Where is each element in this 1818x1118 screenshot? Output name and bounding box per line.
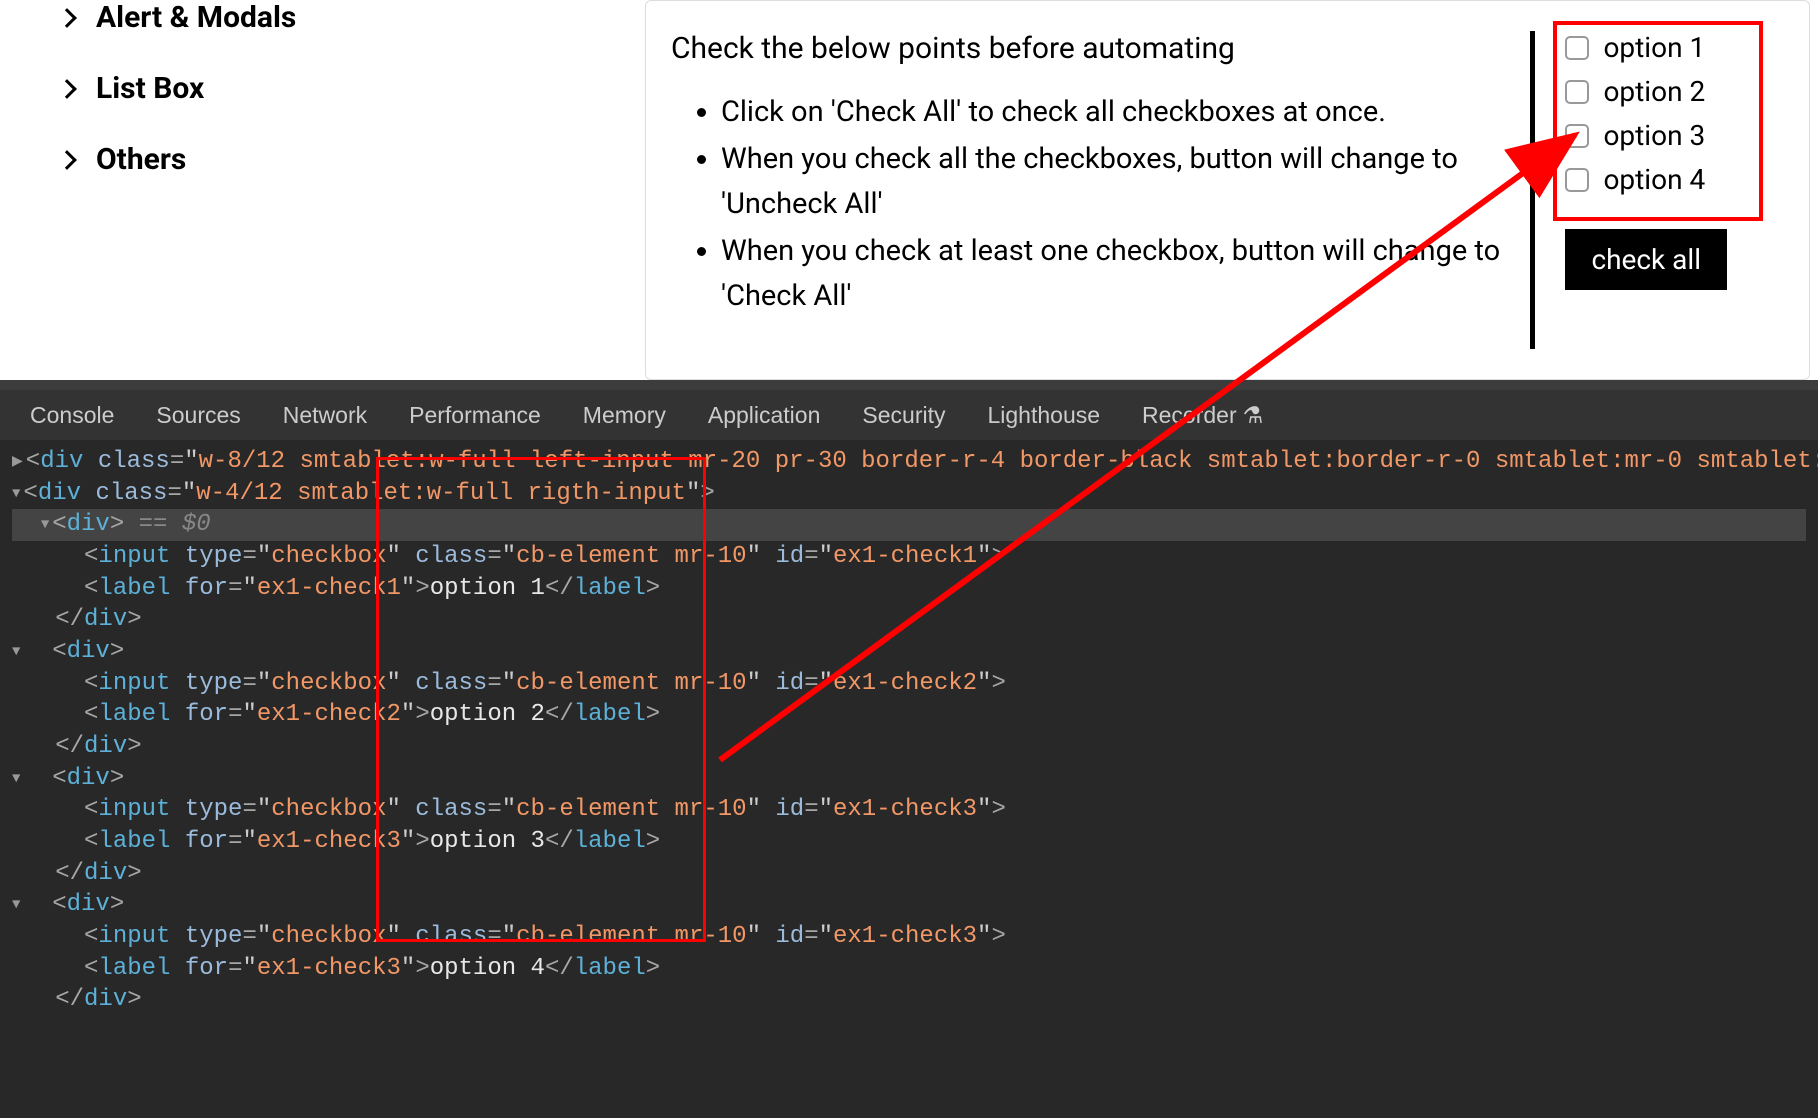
code-line[interactable]: </div> <box>12 984 1806 1016</box>
code-line[interactable]: <input type="checkbox" class="cb-element… <box>12 921 1806 953</box>
sidebar: Alert & Modals List Box Others <box>0 0 645 380</box>
checkbox-option-1[interactable] <box>1565 36 1589 60</box>
checkbox-option-3[interactable] <box>1565 124 1589 148</box>
code-line[interactable]: </div> <box>12 858 1806 890</box>
code-line[interactable]: <input type="checkbox" class="cb-element… <box>12 541 1806 573</box>
chevron-right-icon <box>57 8 77 28</box>
devtools-tabs: Console Sources Network Performance Memo… <box>0 390 1818 440</box>
checkbox-option-2[interactable] <box>1565 80 1589 104</box>
checkbox-option-4[interactable] <box>1565 168 1589 192</box>
code-line[interactable]: <input type="checkbox" class="cb-element… <box>12 794 1806 826</box>
instruction-point: Click on 'Check All' to check all checkb… <box>721 90 1500 135</box>
chevron-right-icon <box>57 79 77 99</box>
elements-tree[interactable]: <div class="w-8/12 smtablet:w-full left-… <box>0 440 1818 1022</box>
flask-icon: ⚗ <box>1243 402 1264 429</box>
instruction-point: When you check at least one checkbox, bu… <box>721 229 1500 319</box>
tab-memory[interactable]: Memory <box>583 402 666 429</box>
code-line[interactable]: <input type="checkbox" class="cb-element… <box>12 668 1806 700</box>
checkbox-row: option 2 <box>1565 75 1784 108</box>
tab-console[interactable]: Console <box>30 402 114 429</box>
code-line[interactable]: </div> <box>12 604 1806 636</box>
code-line[interactable]: <div class="w-4/12 smtablet:w-full rigth… <box>12 478 1806 510</box>
code-line[interactable]: </div> <box>12 731 1806 763</box>
code-line[interactable]: <label for="ex1-check3">option 4</label> <box>12 953 1806 985</box>
checkbox-row: option 1 <box>1565 31 1784 64</box>
checkbox-label[interactable]: option 4 <box>1603 163 1705 196</box>
sidebar-item-list-box[interactable]: List Box <box>60 53 645 124</box>
code-line[interactable]: <div> <box>12 636 1806 668</box>
tab-performance[interactable]: Performance <box>409 402 541 429</box>
checkbox-panel: option 1 option 2 option 3 option 4 chec… <box>1535 31 1784 349</box>
checkbox-label[interactable]: option 1 <box>1603 31 1705 64</box>
sidebar-item-label: Alert & Modals <box>96 0 296 35</box>
check-all-button[interactable]: check all <box>1565 229 1727 290</box>
code-line[interactable]: <div> <box>12 889 1806 921</box>
main-card: Check the below points before automating… <box>645 0 1810 380</box>
tab-network[interactable]: Network <box>283 402 367 429</box>
checkbox-row: option 3 <box>1565 119 1784 152</box>
tab-security[interactable]: Security <box>862 402 945 429</box>
instructions-panel: Check the below points before automating… <box>671 31 1535 349</box>
code-line[interactable]: <label for="ex1-check2">option 2</label> <box>12 699 1806 731</box>
sidebar-item-label: Others <box>96 142 186 177</box>
code-line[interactable]: <label for="ex1-check1">option 1</label> <box>12 573 1806 605</box>
tab-lighthouse[interactable]: Lighthouse <box>987 402 1100 429</box>
devtools-panel: Console Sources Network Performance Memo… <box>0 380 1818 1118</box>
tab-application[interactable]: Application <box>708 402 821 429</box>
tab-recorder[interactable]: Recorder⚗ <box>1142 402 1263 429</box>
checkbox-label[interactable]: option 2 <box>1603 75 1705 108</box>
checkbox-row: option 4 <box>1565 163 1784 196</box>
sidebar-item-alert-modals[interactable]: Alert & Modals <box>60 0 645 53</box>
sidebar-item-others[interactable]: Others <box>60 124 645 195</box>
code-line[interactable]: <div class="w-8/12 smtablet:w-full left-… <box>12 446 1806 478</box>
checkbox-label[interactable]: option 3 <box>1603 119 1705 152</box>
code-line[interactable]: <div> <box>12 763 1806 795</box>
devtools-divider <box>0 380 1818 390</box>
instruction-point: When you check all the checkboxes, butto… <box>721 137 1500 227</box>
code-line-selected[interactable]: <div> == $0 <box>12 509 1806 541</box>
chevron-right-icon <box>57 150 77 170</box>
instructions-heading: Check the below points before automating <box>671 31 1500 66</box>
tab-sources[interactable]: Sources <box>156 402 240 429</box>
code-line[interactable]: <label for="ex1-check3">option 3</label> <box>12 826 1806 858</box>
sidebar-item-label: List Box <box>96 71 204 106</box>
instructions-list: Click on 'Check All' to check all checkb… <box>671 90 1500 319</box>
